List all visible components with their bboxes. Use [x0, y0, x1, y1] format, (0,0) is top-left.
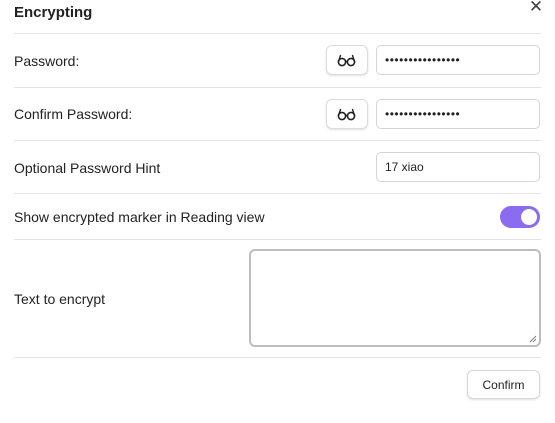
- encrypting-dialog: Encrypting ✕ Password: •••••••••••••••• …: [0, 0, 555, 423]
- confirm-password-label: Confirm Password:: [14, 106, 133, 122]
- eye-glasses-icon: [337, 108, 356, 121]
- password-value: ••••••••••••••••: [385, 53, 461, 67]
- eye-glasses-icon: [337, 54, 356, 67]
- password-hint-label: Optional Password Hint: [14, 160, 161, 176]
- password-hint-value: 17 xiao: [385, 160, 424, 174]
- divider: [14, 239, 541, 240]
- confirm-password-reveal-button[interactable]: [326, 99, 368, 129]
- reading-view-marker-toggle[interactable]: [500, 206, 540, 228]
- text-to-encrypt-label: Text to encrypt: [14, 291, 106, 307]
- confirm-button[interactable]: Confirm: [467, 370, 540, 399]
- divider: [14, 357, 541, 358]
- confirm-password-input[interactable]: ••••••••••••••••: [376, 99, 540, 129]
- divider: [14, 33, 541, 34]
- divider: [14, 87, 541, 88]
- password-hint-input[interactable]: 17 xiao: [376, 152, 540, 182]
- close-icon[interactable]: ✕: [526, 0, 546, 17]
- password-label: Password:: [14, 53, 80, 69]
- resize-grip-icon[interactable]: [529, 335, 537, 343]
- divider: [14, 193, 541, 194]
- toggle-knob: [521, 209, 537, 225]
- text-to-encrypt-textarea[interactable]: [249, 249, 541, 347]
- password-reveal-button[interactable]: [326, 45, 368, 75]
- reading-view-marker-label: Show encrypted marker in Reading view: [14, 209, 265, 225]
- confirm-password-value: ••••••••••••••••: [385, 107, 461, 121]
- divider: [14, 140, 541, 141]
- dialog-title: Encrypting: [14, 4, 93, 21]
- password-input[interactable]: ••••••••••••••••: [376, 45, 540, 75]
